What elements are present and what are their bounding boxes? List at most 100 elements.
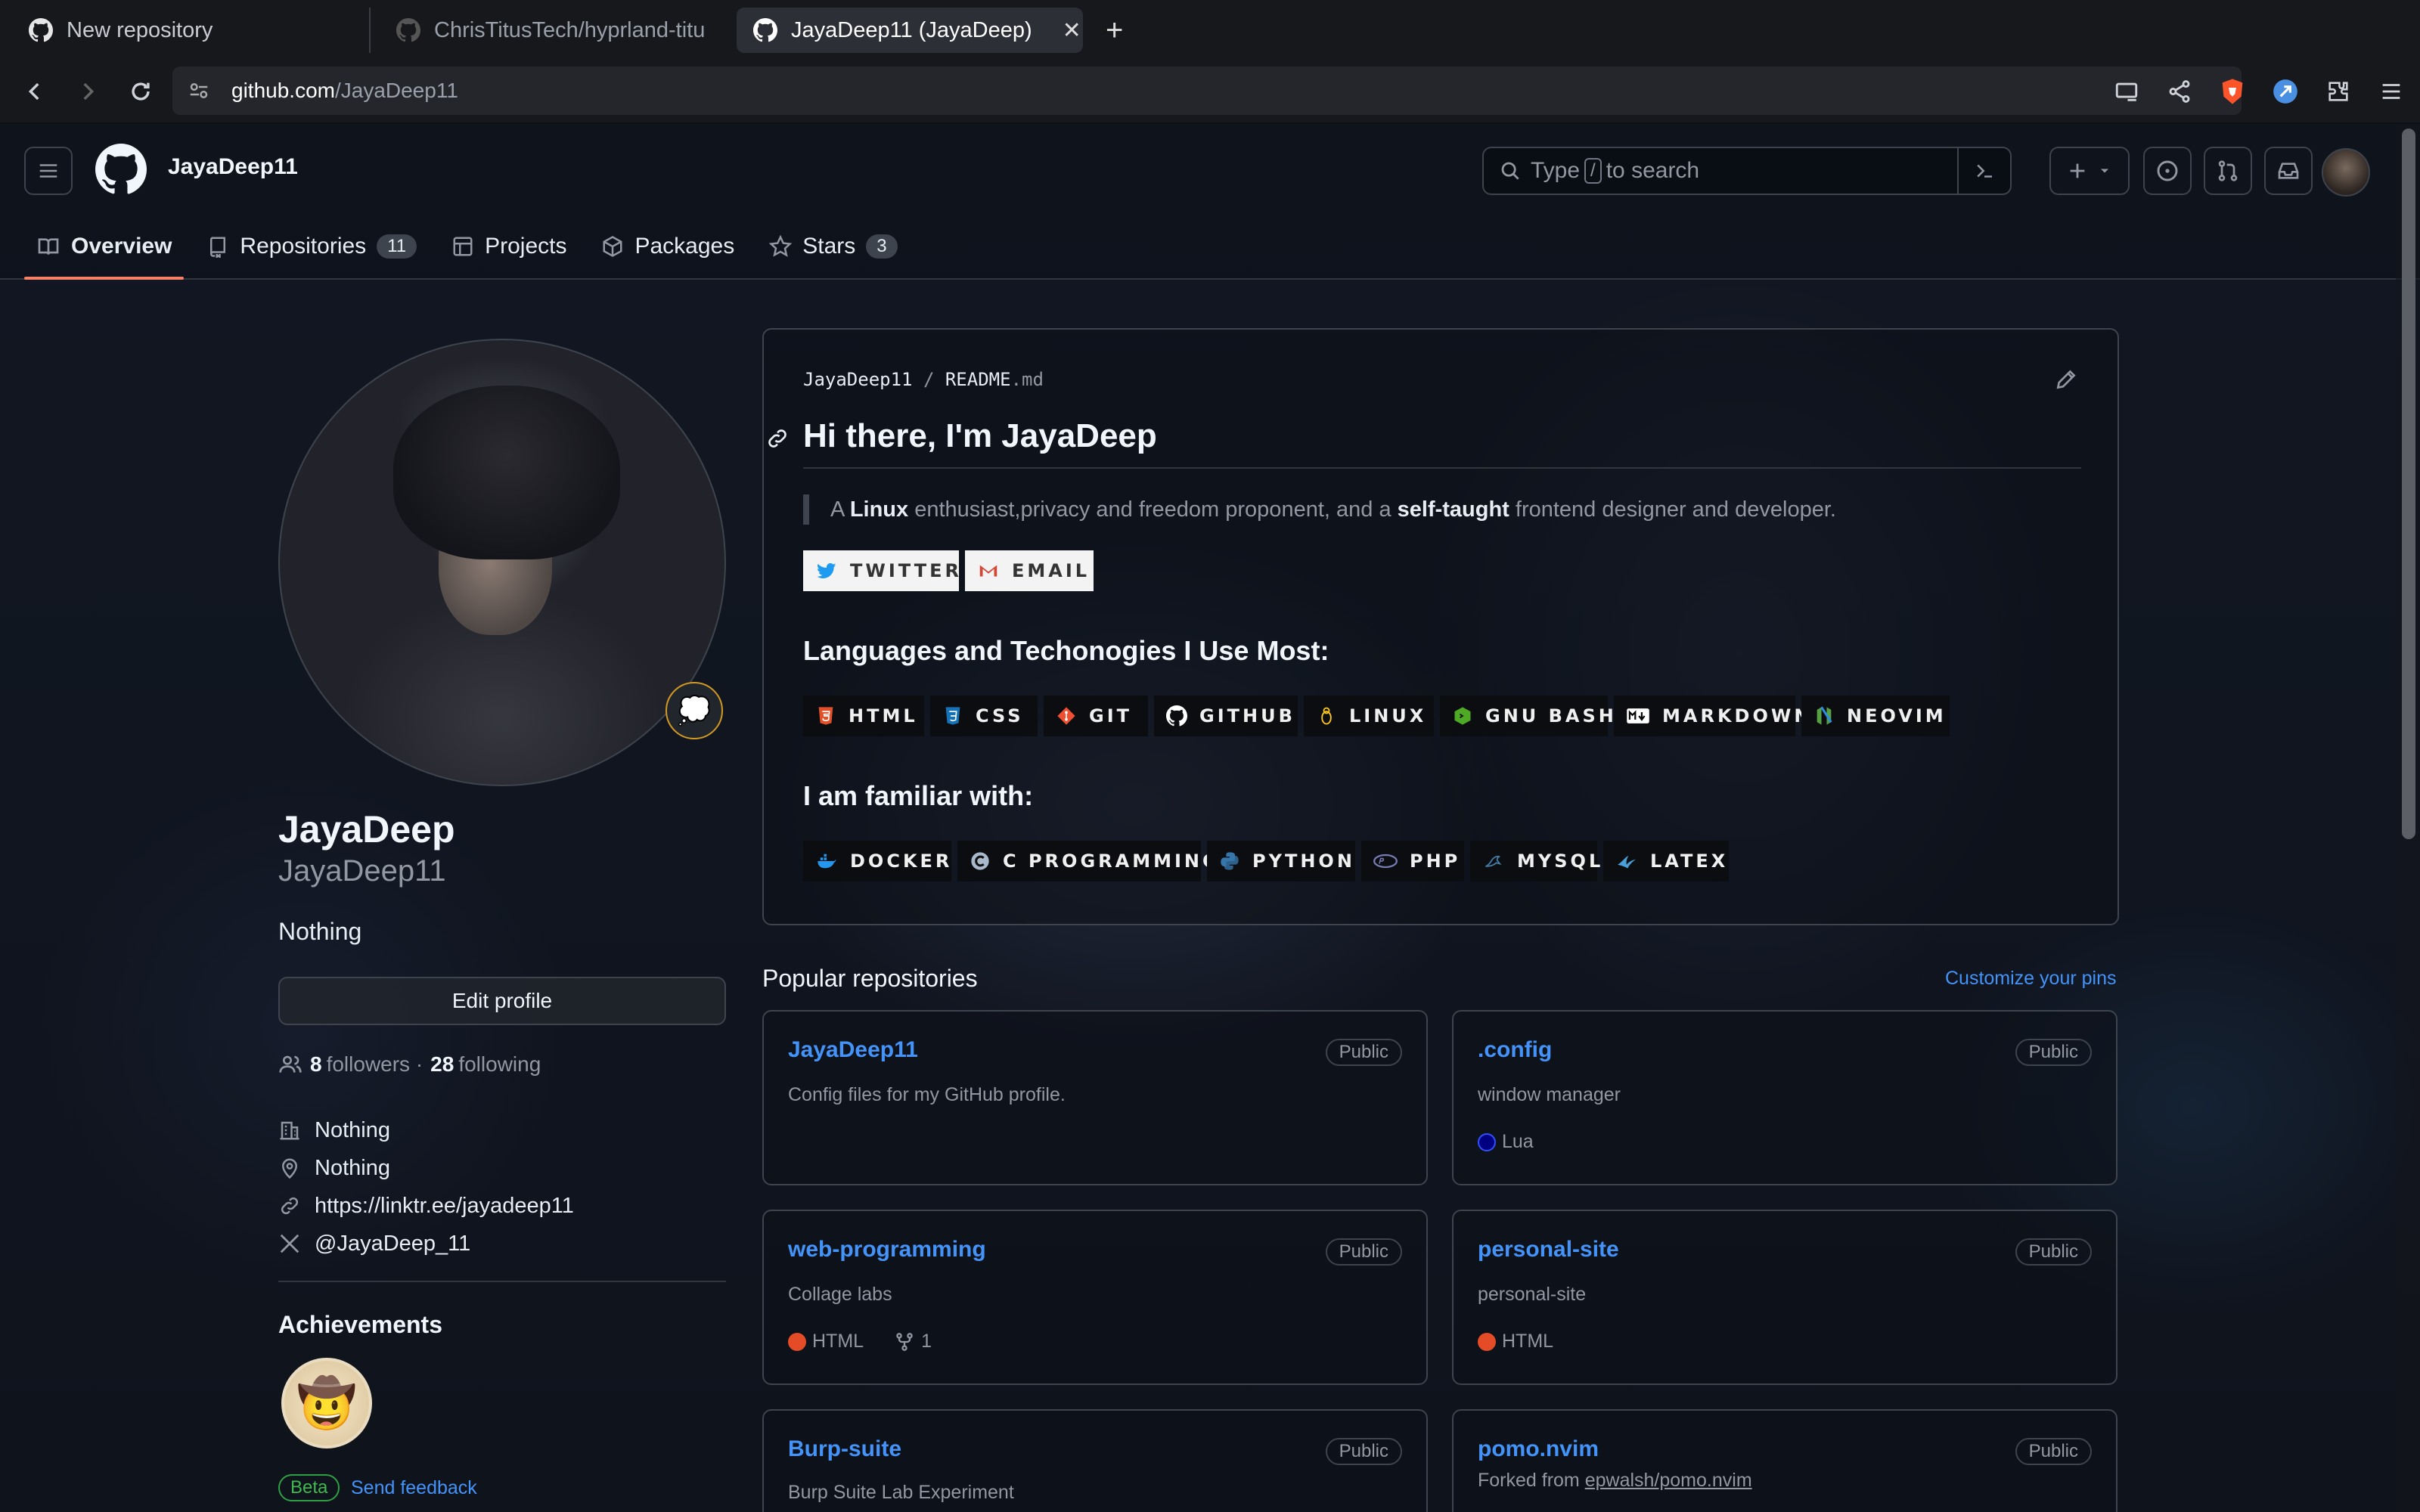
quote-bold: self-taught (1397, 497, 1509, 522)
repo-name-link[interactable]: Burp-suite (788, 1436, 901, 1462)
familiar-heading: I am familiar with: (803, 780, 1034, 811)
tab-packages[interactable]: Packages (589, 225, 746, 268)
stars-count-badge: 3 (866, 234, 898, 259)
issues-button[interactable] (2143, 147, 2192, 195)
visibility-badge: Public (1325, 1238, 1402, 1266)
header-username[interactable]: JayaDeep11 (168, 154, 298, 180)
hamburger-menu-button[interactable] (24, 147, 73, 195)
inbox-button[interactable] (2264, 147, 2313, 195)
create-new-button[interactable] (2049, 147, 2130, 195)
readme-owner[interactable]: JayaDeep11 (803, 369, 913, 390)
badge-label: EMAIL (1012, 560, 1091, 581)
repo-card: JayaDeep11 Public Config files for my Gi… (762, 1010, 1428, 1185)
extensions-icon[interactable] (2320, 73, 2356, 110)
followers-link[interactable]: followers (327, 1052, 410, 1077)
repo-description: Burp Suite Lab Experiment (788, 1482, 1014, 1503)
badge-label: LINUX (1349, 705, 1427, 727)
tab-label: Repositories (240, 234, 367, 259)
social-link[interactable]: @JayaDeep_11 (315, 1232, 470, 1256)
tab-stars[interactable]: Stars 3 (757, 225, 909, 268)
following-count[interactable]: 28 (430, 1052, 454, 1077)
achievements-title[interactable]: Achievements (278, 1311, 442, 1339)
email-badge[interactable]: EMAIL (965, 550, 1094, 591)
status-thought-balloon-icon[interactable]: 💭 (666, 682, 723, 739)
customize-pins-link[interactable]: Customize your pins (1945, 968, 2116, 990)
tab-title: ChrisTitusTech/hyprland-titu (434, 17, 706, 42)
markdown-icon (1627, 708, 1649, 723)
pull-request-icon (2218, 160, 2238, 181)
fork-source-link[interactable]: epwalsh/pomo.nvim (1585, 1470, 1752, 1491)
tab-label: Projects (485, 234, 567, 259)
fork-count[interactable]: 1 (921, 1331, 932, 1352)
anchor-link-icon[interactable] (765, 426, 790, 451)
mysql-badge: MYSQL (1470, 841, 1600, 881)
new-tab-icon[interactable]: + (1106, 14, 1123, 48)
send-feedback-link[interactable]: Send feedback (351, 1477, 477, 1499)
readme-heading: Hi there, I'm JayaDeep (803, 417, 1157, 454)
url-field[interactable]: github.com/JayaDeep11 (172, 67, 2242, 115)
language-name: Lua (1502, 1131, 1534, 1152)
tab-repositories[interactable]: Repositories 11 (194, 225, 429, 268)
back-arrow-icon[interactable] (12, 69, 57, 114)
readme-file[interactable]: README (945, 369, 1011, 390)
tab-hyprland-titus[interactable]: ChrisTitusTech/hyprland-titu (380, 8, 728, 53)
user-avatar-menu[interactable] (2322, 148, 2370, 197)
achievement-yolo-badge-icon[interactable]: 🤠 (281, 1358, 372, 1448)
profile-avatar[interactable] (278, 339, 726, 786)
tab-overview[interactable]: Overview (24, 225, 185, 280)
scrollbar-thumb[interactable] (2402, 129, 2415, 839)
c-programming-badge: C PROGRAMMING (957, 841, 1218, 881)
tab-label: Overview (71, 234, 172, 259)
twitter-badge[interactable]: TWITTER (803, 550, 959, 591)
badge-label: NEOVIM (1847, 705, 1947, 727)
twitter-icon (817, 562, 836, 578)
repo-card: .config Public window manager Lua (1452, 1010, 2118, 1185)
readme-card: JayaDeep11 / README.md Hi there, I'm Jay… (762, 328, 2119, 925)
fork-icon[interactable] (894, 1331, 915, 1352)
browser-tab-bar: New repository ChrisTitusTech/hyprland-t… (0, 0, 2420, 60)
php-badge: PHP (1361, 841, 1464, 881)
profile-bio: Nothing (278, 918, 362, 945)
tab-label: Packages (634, 234, 735, 259)
followers-count[interactable]: 8 (310, 1052, 322, 1077)
repo-language: HTML 1 (788, 1331, 932, 1352)
follow-separator: · (410, 1052, 424, 1076)
share-icon[interactable] (2161, 73, 2198, 110)
repo-name-link[interactable]: pomo.nvim (1478, 1436, 1599, 1462)
badge-label: HTML (849, 705, 918, 727)
cast-icon[interactable] (2108, 73, 2145, 110)
following-link[interactable]: following (458, 1052, 541, 1077)
github-logo-icon[interactable] (95, 144, 147, 195)
repo-name-link[interactable]: web-programming (788, 1237, 986, 1263)
mysql-icon (1485, 855, 1502, 867)
avatar-hair (393, 386, 620, 559)
location-text: Nothing (315, 1155, 390, 1180)
website-link[interactable]: https://linktr.ee/jayadeep11 (315, 1194, 574, 1219)
tab-jayadeep11[interactable]: JayaDeep11 (JayaDeep) ✕ (737, 8, 1083, 53)
repo-name-link[interactable]: JayaDeep11 (788, 1037, 918, 1063)
edit-profile-button[interactable]: Edit profile (278, 977, 726, 1025)
github-badge: GITHUB (1154, 696, 1298, 736)
book-icon (38, 238, 59, 255)
brave-shields-icon[interactable] (2214, 73, 2251, 110)
repo-name-link[interactable]: personal-site (1478, 1237, 1619, 1263)
command-palette-icon[interactable] (1957, 148, 2010, 194)
edit-pencil-icon[interactable] (2054, 367, 2078, 392)
close-tab-icon[interactable]: ✕ (1063, 17, 1081, 44)
issue-icon (2157, 160, 2178, 181)
tab-new-repository[interactable]: New repository (12, 8, 371, 53)
pull-requests-button[interactable] (2204, 147, 2252, 195)
gmail-icon (979, 565, 997, 577)
python-icon (1221, 852, 1239, 870)
quote-text: frontend designer and developer. (1509, 497, 1836, 522)
forward-arrow-icon[interactable] (65, 69, 110, 114)
repo-card: pomo.nvim Public Forked from epwalsh/pom… (1452, 1409, 2118, 1512)
reload-icon[interactable] (118, 69, 163, 114)
tab-projects[interactable]: Projects (439, 225, 579, 268)
menu-icon[interactable] (2373, 73, 2409, 110)
site-settings-icon[interactable] (188, 79, 210, 102)
vpn-icon[interactable] (2267, 73, 2304, 110)
badge-label: TWITTER (850, 560, 962, 581)
repo-name-link[interactable]: .config (1478, 1037, 1552, 1063)
search-input[interactable]: Type / to search (1482, 147, 2012, 195)
